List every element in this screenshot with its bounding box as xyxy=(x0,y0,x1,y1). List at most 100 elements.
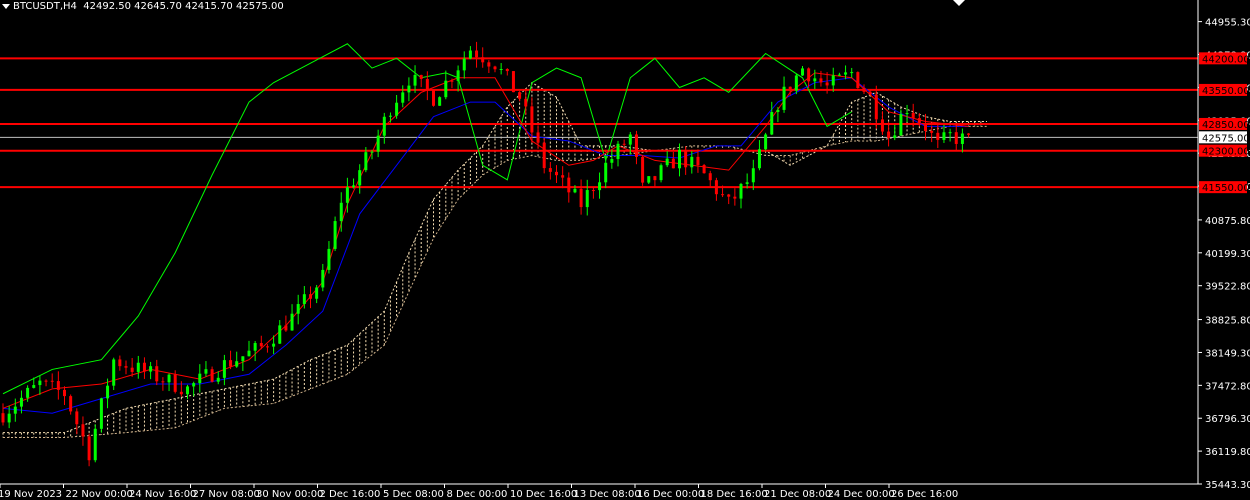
candle-body xyxy=(186,386,189,395)
candle-body xyxy=(647,176,651,183)
price-tick-label: 36119.80 xyxy=(1205,447,1250,458)
candle-body xyxy=(634,134,638,157)
candle-body xyxy=(149,366,153,372)
candle-body xyxy=(493,66,497,70)
candle-body xyxy=(727,194,731,197)
current-price-tag-label: 42575.00 xyxy=(1202,133,1250,144)
price-tick-label: 39522.80 xyxy=(1205,282,1250,293)
candle-body xyxy=(813,78,817,82)
candle-body xyxy=(518,92,522,99)
candle-body xyxy=(598,182,602,191)
level-tag-label: 43550.00 xyxy=(1202,86,1250,97)
candle-body xyxy=(376,135,380,152)
candle-body xyxy=(1,413,5,423)
candle-body xyxy=(456,70,460,81)
candle-body xyxy=(272,343,276,347)
candle-body xyxy=(745,182,749,184)
candle-body xyxy=(960,133,964,144)
candle-body xyxy=(505,68,509,72)
candle-body xyxy=(684,149,688,168)
candle-body xyxy=(770,112,774,135)
candle-body xyxy=(530,106,534,133)
candle-body xyxy=(56,381,60,390)
time-tick-label: 8 Dec 00:00 xyxy=(447,489,508,500)
candle-body xyxy=(831,75,835,86)
candle-body xyxy=(567,177,571,193)
candle-body xyxy=(733,196,737,199)
candle-body xyxy=(210,369,214,382)
candle-body xyxy=(333,221,337,249)
candle-body xyxy=(678,149,681,169)
candle-body xyxy=(419,74,423,80)
candle-body xyxy=(696,156,700,166)
candle-body xyxy=(290,313,294,331)
candle-body xyxy=(235,361,239,367)
candle-body xyxy=(887,131,891,138)
candle-body xyxy=(161,381,165,383)
candle-body xyxy=(112,359,116,386)
candle-body xyxy=(825,82,829,86)
candle-body xyxy=(622,143,626,145)
candle-body xyxy=(315,287,319,299)
time-tick-label: 27 Nov 08:00 xyxy=(193,489,260,500)
candle-body xyxy=(179,391,183,395)
candle-body xyxy=(579,188,583,208)
candle-body xyxy=(241,356,245,362)
candle-body xyxy=(450,80,454,82)
candle-body xyxy=(216,377,220,382)
candle-body xyxy=(561,175,565,178)
candle-body xyxy=(708,173,712,181)
candle-body xyxy=(868,91,872,95)
candle-body xyxy=(352,185,356,188)
candle-body xyxy=(807,68,811,82)
candle-body xyxy=(198,373,202,384)
candle-body xyxy=(487,62,491,67)
candle-body xyxy=(358,170,362,186)
candle-body xyxy=(844,72,848,75)
level-tag-label: 41550.00 xyxy=(1202,183,1250,194)
candle-body xyxy=(948,132,952,134)
candle-body xyxy=(327,248,331,270)
candle-body xyxy=(155,366,159,382)
candle-body xyxy=(50,380,54,382)
candle-body xyxy=(917,118,921,124)
candle-body xyxy=(364,152,368,171)
candle-body xyxy=(81,424,85,437)
price-tick-label: 40199.30 xyxy=(1205,249,1250,260)
candle-body xyxy=(893,135,897,138)
candles xyxy=(1,41,971,467)
candle-body xyxy=(395,102,399,116)
candle-body xyxy=(856,72,860,89)
horizontal-levels xyxy=(0,57,1198,189)
candle-body xyxy=(573,188,577,193)
candle-body xyxy=(641,156,645,183)
candle-body xyxy=(905,112,909,115)
candle-body xyxy=(819,78,823,83)
candle-body xyxy=(801,68,804,76)
candle-body xyxy=(93,428,97,461)
candle-body xyxy=(13,406,17,414)
candle-body xyxy=(499,68,503,70)
candle-body xyxy=(936,132,940,140)
candle-body xyxy=(671,158,675,169)
candle-body xyxy=(468,50,472,59)
candle-body xyxy=(99,398,103,429)
candle-body xyxy=(87,436,91,461)
time-tick-label: 19 Nov 2023 xyxy=(0,489,62,500)
candle-body xyxy=(167,374,171,383)
time-tick-label: 30 Nov 00:00 xyxy=(256,489,323,500)
candle-body xyxy=(425,79,429,91)
candle-body xyxy=(794,75,798,91)
time-tick-label: 5 Dec 08:00 xyxy=(383,489,444,500)
candle-body xyxy=(511,71,515,93)
candle-body xyxy=(954,132,958,144)
candle-body xyxy=(44,380,48,382)
candle-body xyxy=(585,190,589,208)
price-chart[interactable]: 44955.3044278.8043602.3042925.8042249.30… xyxy=(0,0,1250,500)
chart-shift-marker-icon[interactable] xyxy=(953,0,965,6)
time-tick-label: 21 Dec 08:00 xyxy=(764,489,831,500)
candle-body xyxy=(401,92,405,103)
candle-body xyxy=(259,343,263,347)
candle-body xyxy=(548,168,552,172)
price-tick-label: 40875.80 xyxy=(1205,216,1250,227)
